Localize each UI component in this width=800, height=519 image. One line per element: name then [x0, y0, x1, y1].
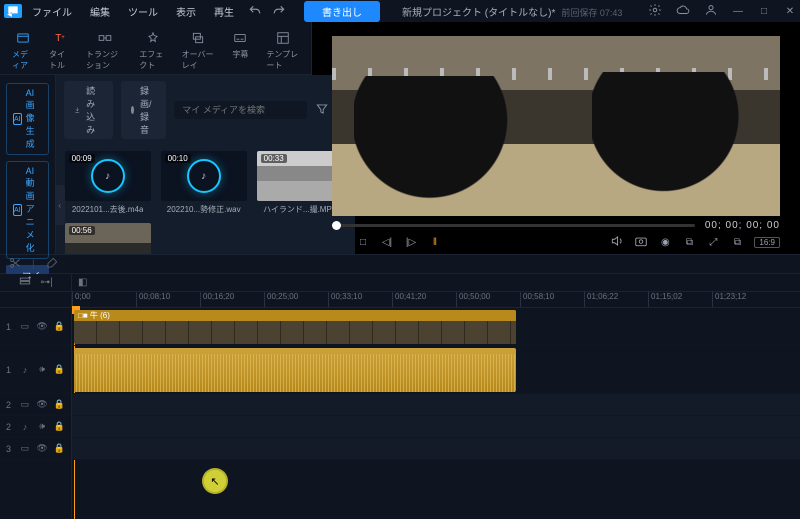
tab-overlay[interactable]: オーバーレイ	[176, 26, 221, 74]
clip-video[interactable]: □■ 牛 (6)	[74, 310, 516, 344]
track-audio-1[interactable]	[72, 346, 800, 394]
cut-tool-icon[interactable]	[8, 256, 22, 273]
fullscreen-icon[interactable]: ⤢	[706, 237, 720, 248]
lock-icon[interactable]: 🔒	[54, 321, 65, 332]
window-minimize[interactable]: —	[732, 6, 744, 17]
next-frame-icon[interactable]: |▷	[404, 237, 418, 248]
media-search-input[interactable]	[174, 101, 307, 119]
preview-panel: 00; 00; 00; 00 ▷ □ ◁| |▷ ‖ ◉ ⧉ ⤢ ⧉ 16:9	[312, 22, 800, 254]
menu-view[interactable]: 表示	[168, 1, 204, 22]
audio-icon: ♪	[187, 159, 221, 193]
tab-effect[interactable]: エフェクト	[133, 26, 172, 74]
preview-seek-slider[interactable]	[332, 224, 695, 227]
app-icon	[4, 4, 22, 18]
track-headers: ⊶| 1▭👁🔒 1♪🕪🔒 2▭👁🔒 2♪🕪🔒 3▭👁🔒	[0, 274, 72, 519]
timeline-tracks: □■ 牛 (6) ↖	[72, 308, 800, 519]
room-tabs: メディア T+タイトル トランジション エフェクト オーバーレイ 字幕 テンプレ…	[0, 22, 311, 75]
track-video-2[interactable]	[72, 394, 800, 416]
timeline-ruler[interactable]: 0;0000;08;1000;16;2000;25;0000;33;1000;4…	[72, 292, 800, 308]
mute-icon[interactable]: 🕪	[37, 421, 48, 432]
track-header-video-3[interactable]: 3▭👁🔒	[0, 438, 71, 460]
cloud-icon[interactable]	[676, 3, 690, 20]
compare-icon[interactable]: ⧉	[682, 237, 696, 248]
visibility-icon[interactable]: 👁	[36, 443, 47, 454]
track-header-audio-2[interactable]: 2♪🕪🔒	[0, 416, 71, 438]
track-video-1[interactable]: □■ 牛 (6)	[72, 308, 800, 346]
tab-title[interactable]: T+タイトル	[43, 26, 77, 74]
menu-edit[interactable]: 編集	[82, 1, 118, 22]
add-track-icon[interactable]	[18, 274, 32, 291]
redo-icon[interactable]	[268, 1, 290, 21]
tab-media[interactable]: メディア	[6, 26, 40, 74]
media-item[interactable]: 00:33 ハイランド...撮.MP4	[256, 151, 344, 215]
audio-track-icon: ♪	[19, 422, 30, 432]
export-button[interactable]: 書き出し	[304, 1, 380, 22]
video-track-icon: ▭	[19, 399, 30, 410]
video-track-icon: ▭	[19, 321, 30, 332]
track-header-audio-1[interactable]: 1♪🕪🔒	[0, 346, 71, 394]
lock-icon[interactable]: 🔒	[54, 421, 65, 432]
ai-icon: AI	[13, 204, 22, 216]
timeline-toolbar: |	[0, 254, 800, 274]
ai-anim-button[interactable]: AIAI 動画アニメ化	[6, 161, 49, 259]
filter-icon[interactable]	[315, 102, 329, 119]
visibility-icon[interactable]: 👁	[36, 399, 47, 410]
audio-track-icon: ♪	[19, 365, 30, 375]
media-item[interactable]: 00:56 牛 (6).MP4	[64, 223, 152, 254]
magnet-icon[interactable]: ⊶|	[40, 277, 53, 288]
audio-icon: ♪	[91, 159, 125, 193]
tab-subtitle[interactable]: 字幕	[223, 26, 257, 74]
track-header-video-1[interactable]: 1▭👁🔒	[0, 308, 71, 346]
lock-icon[interactable]: 🔒	[54, 364, 65, 375]
preview-timecode: 00; 00; 00; 00	[705, 220, 780, 231]
preview-display[interactable]	[332, 36, 780, 216]
undo-icon[interactable]	[244, 1, 266, 21]
lock-icon[interactable]: 🔒	[54, 443, 65, 454]
lock-icon[interactable]: 🔒	[54, 399, 65, 410]
stop-icon[interactable]: □	[356, 237, 370, 248]
window-maximize[interactable]: □	[758, 6, 770, 17]
media-grid: 00:09♪ 2022101...去後.m4a 00:10♪ 202210...…	[56, 145, 356, 254]
aspect-ratio[interactable]: 16:9	[754, 237, 780, 248]
window-close[interactable]: ✕	[784, 6, 796, 17]
quality-icon[interactable]: ◉	[658, 237, 672, 248]
prev-frame-icon[interactable]: ◁|	[380, 237, 394, 248]
clip-audio[interactable]	[74, 348, 516, 392]
volume-icon[interactable]	[610, 234, 624, 251]
pen-tool-icon[interactable]	[45, 256, 59, 273]
popout-icon[interactable]: ⧉	[730, 237, 744, 248]
media-item[interactable]: 00:09♪ 2022101...去後.m4a	[64, 151, 152, 215]
mute-icon[interactable]: 🕪	[37, 364, 48, 375]
media-sidebar: AIAI 画像生成 AIAI 動画アニメ化 ▶マイメディア ストック素材 ▶カラ…	[0, 75, 55, 254]
account-icon[interactable]	[704, 3, 718, 20]
track-audio-2[interactable]	[72, 416, 800, 438]
video-track-icon: ▭	[19, 443, 30, 454]
track-video-3[interactable]	[72, 438, 800, 460]
ai-image-button[interactable]: AIAI 画像生成	[6, 83, 49, 155]
track-header-video-2[interactable]: 2▭👁🔒	[0, 394, 71, 416]
menu-tool[interactable]: ツール	[120, 1, 166, 22]
import-button[interactable]: 読み込み	[64, 81, 113, 139]
ai-icon: AI	[13, 113, 22, 125]
marker-icon[interactable]: ◧	[78, 277, 87, 288]
tab-transition[interactable]: トランジション	[80, 26, 130, 74]
menu-file[interactable]: ファイル	[24, 1, 80, 22]
media-item[interactable]: 00:10♪ 202210...勢修正.wav	[160, 151, 248, 215]
settings-icon[interactable]	[648, 3, 662, 20]
titlebar: ファイル 編集 ツール 表示 再生 書き出し 新規プロジェクト (タイトルなし)…	[0, 0, 800, 22]
collapse-sidebar[interactable]: ‹	[55, 185, 65, 225]
menu-play[interactable]: 再生	[206, 1, 242, 22]
cursor-highlight: ↖	[202, 468, 228, 494]
record-button[interactable]: 録画/録音	[121, 81, 167, 139]
project-title: 新規プロジェクト (タイトルなし)*前回保存 07:43	[402, 4, 622, 19]
visibility-icon[interactable]: 👁	[36, 321, 47, 332]
pause-icon[interactable]: ‖	[428, 237, 442, 248]
snapshot-icon[interactable]	[634, 234, 648, 251]
tab-template[interactable]: テンプレート	[260, 26, 305, 74]
